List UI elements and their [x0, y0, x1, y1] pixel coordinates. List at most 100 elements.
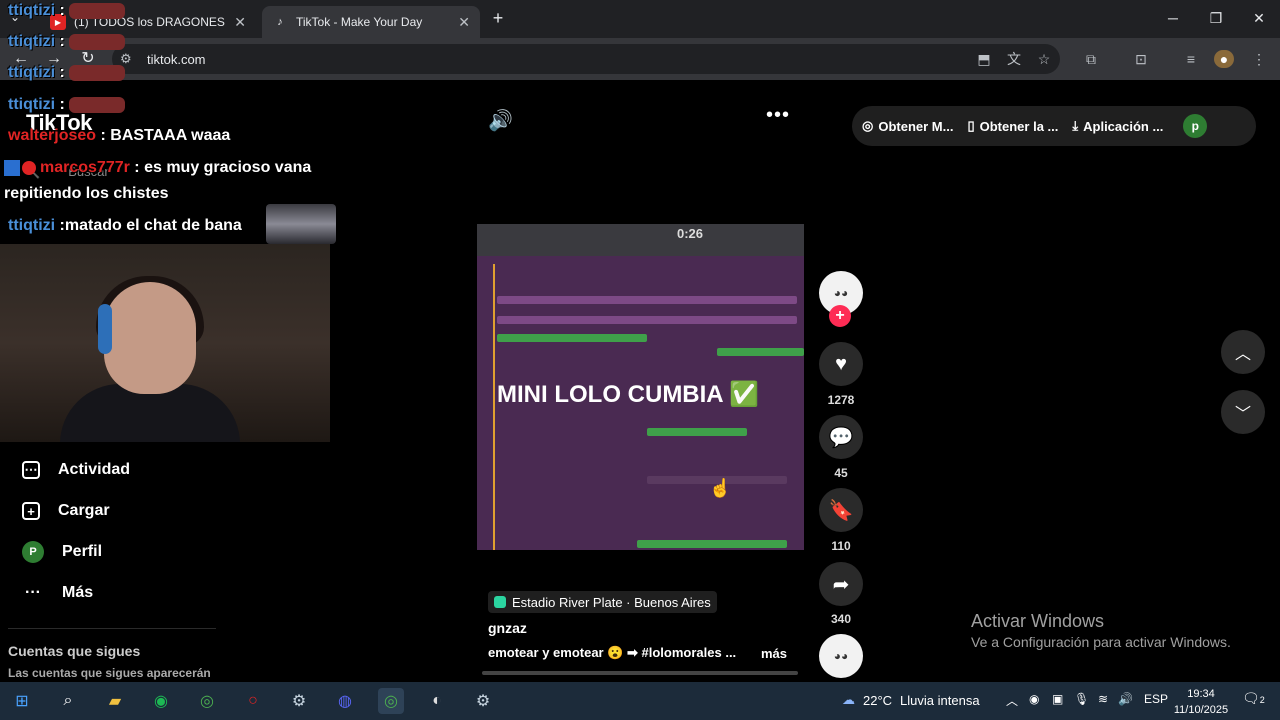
coin-icon: ◎: [862, 118, 874, 133]
language-indicator[interactable]: ESP: [1144, 692, 1168, 706]
obs-tray-icon[interactable]: ◉: [1029, 692, 1039, 706]
extensions-icon[interactable]: ⧉: [1081, 50, 1101, 68]
header-pill-bar: ◎ Obtener M... ▯ Obtener la ... ⤓ Aplicació…: [852, 106, 1256, 146]
install-app-icon[interactable]: ⬒: [974, 50, 994, 68]
video-progress-bar[interactable]: [482, 671, 798, 675]
get-app-button[interactable]: ▯ Obtener la ...: [967, 118, 1058, 134]
tray-app-icon[interactable]: ▣: [1052, 692, 1063, 706]
next-video-button[interactable]: ﹀: [1221, 390, 1265, 434]
download-icon: ⤓: [1072, 118, 1079, 133]
comment-count: 45: [834, 466, 848, 480]
wifi-icon[interactable]: ≋: [1098, 692, 1108, 706]
clock[interactable]: 19:34 11/10/2025: [1172, 686, 1230, 718]
close-window-button[interactable]: ✕: [1247, 8, 1271, 28]
close-tab-icon[interactable]: ✕: [458, 14, 470, 31]
chat-username: ttiqtizi: [8, 217, 56, 234]
follow-button[interactable]: +: [829, 305, 851, 327]
chrome-active-icon[interactable]: ◎: [378, 688, 404, 714]
url-text[interactable]: tiktok.com: [147, 52, 206, 67]
author-name[interactable]: gnzaz: [488, 620, 527, 636]
steam-icon[interactable]: ⚙: [470, 688, 496, 714]
browser-menu-icon[interactable]: ⋮: [1249, 50, 1269, 68]
new-tab-button[interactable]: +: [488, 8, 508, 28]
desktop-app-button[interactable]: ⤓ Aplicación ...: [1072, 118, 1163, 134]
emote-image: [68, 33, 125, 50]
nav-label: Perfil: [62, 543, 103, 560]
nav-mas[interactable]: ··· Más: [22, 581, 93, 605]
file-explorer-icon[interactable]: ▰: [102, 688, 128, 714]
bookmark-star-icon[interactable]: ☆: [1034, 50, 1054, 68]
chat-separator: :: [55, 64, 65, 81]
sound-icon[interactable]: 🔊: [488, 108, 513, 133]
clock-date: 11/10/2025: [1173, 704, 1229, 716]
profile-avatar-icon[interactable]: ●: [1214, 50, 1234, 68]
nav-label: Más: [62, 584, 94, 601]
notifications-icon[interactable]: 🗨2: [1242, 690, 1265, 707]
chat-username: ttiqtizi: [8, 96, 56, 113]
comment-button[interactable]: 💬: [819, 415, 863, 459]
chat-username: ttiqtizi: [8, 33, 56, 50]
chat-message: matado el chat de bana: [64, 217, 242, 234]
translate-icon[interactable]: 文: [1004, 50, 1024, 68]
opera-icon[interactable]: ○: [240, 688, 266, 714]
minimize-button[interactable]: ─: [1161, 8, 1185, 28]
notification-count: 2: [1259, 695, 1265, 705]
weather-widget[interactable]: ☁ 22°C Lluvia intensa: [842, 692, 980, 708]
nav-perfil[interactable]: P Perfil: [22, 540, 102, 564]
tray-expand-icon[interactable]: ︿: [1006, 692, 1018, 709]
comment-icon: 💬: [828, 426, 854, 449]
get-coins-button[interactable]: ◎ Obtener M...: [862, 118, 953, 134]
pill-label: Aplicación ...: [1083, 118, 1164, 134]
pill-label: Obtener la ...: [979, 118, 1059, 134]
close-tab-icon[interactable]: ✕: [234, 14, 246, 31]
daw-track: [497, 316, 797, 324]
chevron-down-icon: ﹀: [1234, 406, 1251, 423]
maximize-button[interactable]: ❐: [1204, 8, 1228, 28]
start-button[interactable]: ⊞: [9, 688, 35, 714]
obs-icon[interactable]: ◐: [424, 688, 450, 714]
previous-video-button[interactable]: ︿: [1221, 330, 1265, 374]
headphones-icon: [98, 304, 112, 354]
address-bar[interactable]: [112, 44, 1060, 74]
screenshot-icon[interactable]: ⊡: [1131, 50, 1151, 68]
search-icon[interactable]: ⌕: [55, 688, 81, 714]
chat-separator: :: [96, 127, 106, 144]
spotify-icon[interactable]: ◉: [148, 688, 174, 714]
pill-label: Obtener M...: [878, 118, 954, 134]
message-box-icon: ⋯: [22, 461, 40, 479]
emote-image: [68, 96, 125, 113]
share-count: 340: [830, 612, 852, 626]
webcam-overlay: [0, 244, 330, 442]
location-tag[interactable]: Estadio River Plate · Buenos Aires: [488, 591, 717, 613]
badge-icon: [4, 159, 20, 176]
profile-avatar[interactable]: p: [1183, 114, 1208, 138]
microphone-icon[interactable]: 🎙: [1074, 692, 1089, 706]
chat-username: walterjoseo: [8, 127, 97, 144]
daw-track: [647, 428, 747, 436]
save-button[interactable]: 🔖: [819, 488, 863, 532]
daw-playhead: [493, 264, 495, 550]
chat-username: ttiqtizi: [8, 2, 56, 19]
tab-tiktok[interactable]: ♪ TikTok - Make Your Day ✕: [262, 6, 480, 38]
sound-avatar[interactable]: ◕◕: [819, 634, 863, 678]
video-player[interactable]: 0:26 MINI LOLO CUMBIA ✅ ☝: [477, 224, 804, 550]
heart-icon: ♥: [835, 352, 847, 375]
video-title-overlay: MINI LOLO CUMBIA ✅: [497, 381, 760, 408]
steam-icon[interactable]: ⚙: [286, 688, 312, 714]
streamer-face: [104, 282, 196, 394]
volume-icon[interactable]: 🔊: [1118, 692, 1133, 706]
nav-cargar[interactable]: + Cargar: [22, 499, 110, 523]
weather-temp: 22°C: [863, 692, 893, 708]
more-options-icon[interactable]: •••: [766, 104, 790, 127]
discord-icon[interactable]: ◍: [332, 688, 358, 714]
weather-desc: Lluvia intensa: [900, 692, 980, 708]
more-link[interactable]: más: [761, 646, 787, 661]
reading-list-icon[interactable]: ≡: [1181, 50, 1201, 68]
chrome-icon[interactable]: ◎: [194, 688, 220, 714]
share-button[interactable]: ➦: [819, 562, 863, 606]
nav-actividad[interactable]: ⋯ Actividad: [22, 458, 130, 482]
emote-image: [266, 204, 336, 244]
profile-avatar-icon: P: [22, 541, 44, 563]
like-button[interactable]: ♥: [819, 342, 863, 386]
following-subtitle: Las cuentas que sigues aparecerán: [8, 666, 211, 680]
